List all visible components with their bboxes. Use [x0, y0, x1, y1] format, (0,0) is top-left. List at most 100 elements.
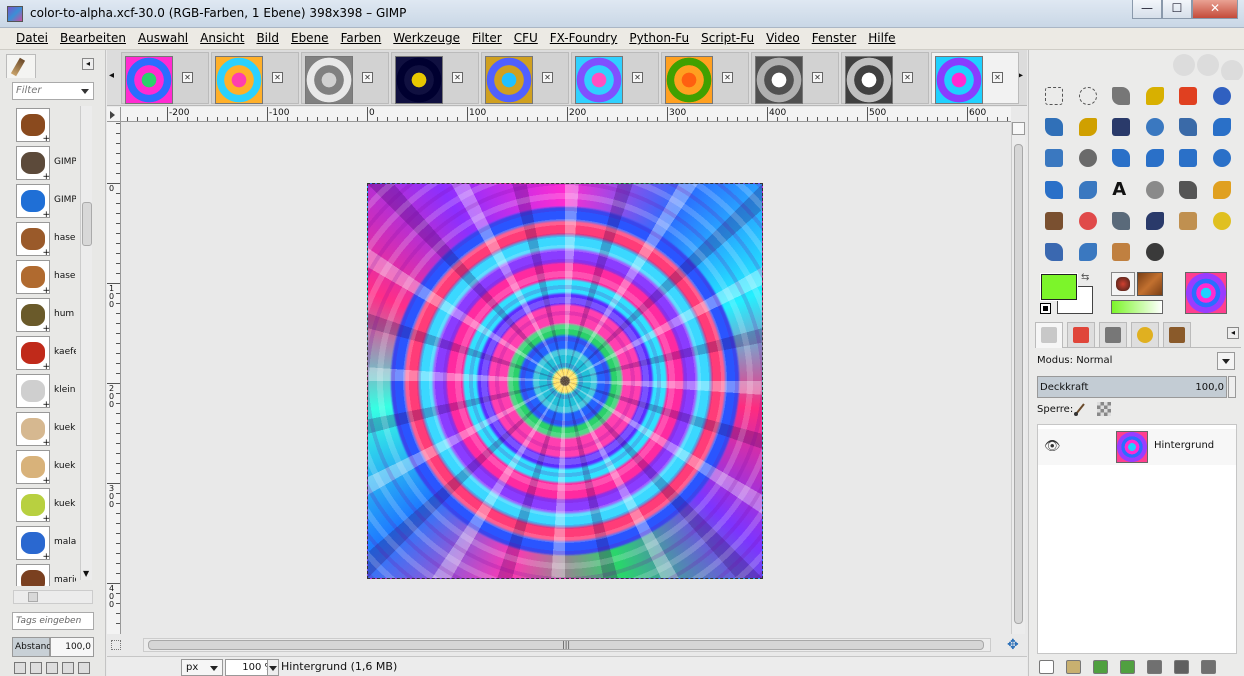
image-tab[interactable]: ✕: [211, 52, 299, 104]
menu-farben[interactable]: Farben: [335, 28, 388, 49]
menu-hilfe[interactable]: Hilfe: [862, 28, 901, 49]
tags-input[interactable]: Tags eingeben: [12, 612, 94, 630]
paintbrush-tool[interactable]: [1037, 207, 1071, 238]
brush-item[interactable]: + hase: [13, 258, 79, 296]
lock-alpha-icon[interactable]: [1097, 402, 1111, 416]
raise-layer-icon[interactable]: [1093, 660, 1108, 674]
menu-fenster[interactable]: Fenster: [806, 28, 863, 49]
duplicate-layer-icon[interactable]: [1147, 660, 1162, 674]
tab-scroll-left-icon[interactable]: ◂: [109, 70, 114, 81]
eraser-tool[interactable]: [1071, 207, 1105, 238]
close-tab-icon[interactable]: ✕: [272, 72, 283, 83]
smudge-tool[interactable]: [1104, 238, 1138, 269]
menu-script-fu[interactable]: Script-Fu: [695, 28, 760, 49]
color-picker-tool[interactable]: [1104, 113, 1138, 144]
close-tab-icon[interactable]: ✕: [632, 72, 643, 83]
ellipse-select-tool[interactable]: [1071, 82, 1105, 113]
paths-tool[interactable]: [1071, 113, 1105, 144]
brush-filter-input[interactable]: Filter: [12, 82, 94, 100]
opacity-slider[interactable]: Deckkraft 100,0: [1037, 376, 1236, 398]
close-tab-icon[interactable]: ✕: [992, 72, 1003, 83]
ink-tool[interactable]: [1138, 207, 1172, 238]
mode-select[interactable]: Modus: Normal: [1037, 355, 1112, 366]
delete-brush-icon[interactable]: [62, 662, 74, 674]
perspective-tool[interactable]: [1205, 144, 1239, 175]
cage-tool[interactable]: [1071, 176, 1105, 207]
image-tab[interactable]: ✕: [481, 52, 569, 104]
menu-auswahl[interactable]: Auswahl: [132, 28, 194, 49]
brush-item[interactable]: + hase: [13, 220, 79, 258]
close-tab-icon[interactable]: ✕: [722, 72, 733, 83]
image-tab[interactable]: ✕: [571, 52, 659, 104]
canvas-vertical-scrollbar[interactable]: [1011, 122, 1025, 634]
heal-tool[interactable]: [1205, 207, 1239, 238]
default-colors-icon[interactable]: [1040, 303, 1051, 314]
close-tab-icon[interactable]: ✕: [812, 72, 823, 83]
free-select-tool[interactable]: [1104, 82, 1138, 113]
image-tab[interactable]: ✕: [301, 52, 389, 104]
active-brush-preview[interactable]: [1111, 272, 1135, 296]
text-tool[interactable]: A: [1104, 176, 1138, 207]
scrollbar-thumb[interactable]: [1014, 144, 1023, 624]
fuzzy-select-tool[interactable]: [1138, 82, 1172, 113]
brush-item[interactable]: + kuek: [13, 448, 79, 486]
brush-item[interactable]: + GIMP: [13, 182, 79, 220]
image-tab[interactable]: ✕: [391, 52, 479, 104]
image-tab[interactable]: ✕: [931, 52, 1019, 104]
select-by-color-tool[interactable]: [1171, 82, 1205, 113]
opacity-spinner[interactable]: [1228, 376, 1236, 398]
new-group-icon[interactable]: [1066, 660, 1081, 674]
image-tab[interactable]: ✕: [661, 52, 749, 104]
close-tab-icon[interactable]: ✕: [182, 72, 193, 83]
layer-name[interactable]: Hintergrund: [1154, 440, 1214, 451]
active-gradient-preview[interactable]: [1111, 300, 1163, 314]
perspective-clone-tool[interactable]: [1037, 238, 1071, 269]
zoom-dropdown-button[interactable]: [267, 659, 279, 676]
ruler-corner[interactable]: [107, 107, 121, 122]
move-tool[interactable]: [1205, 113, 1239, 144]
brushes-tab[interactable]: [6, 54, 36, 78]
menu-ebene[interactable]: Ebene: [285, 28, 335, 49]
shear-tool[interactable]: [1171, 144, 1205, 175]
zoom-tool[interactable]: [1138, 113, 1172, 144]
close-tab-icon[interactable]: ✕: [362, 72, 373, 83]
menu-bild[interactable]: Bild: [250, 28, 285, 49]
bucket-fill-tool[interactable]: [1138, 176, 1172, 207]
brush-item[interactable]: + GIMP: [13, 144, 79, 182]
close-tab-icon[interactable]: ✕: [452, 72, 463, 83]
lock-pixels-icon[interactable]: [1073, 402, 1087, 416]
close-tab-icon[interactable]: ✕: [902, 72, 913, 83]
brush-item[interactable]: + kaefe: [13, 334, 79, 372]
measure-tool[interactable]: [1171, 113, 1205, 144]
unit-select[interactable]: px: [181, 659, 223, 676]
scroll-down-icon[interactable]: ▼: [83, 569, 89, 578]
foreground-select-tool[interactable]: [1037, 113, 1071, 144]
dodge-burn-tool[interactable]: [1138, 238, 1172, 269]
active-pattern-preview[interactable]: [1137, 272, 1163, 296]
brush-item[interactable]: +: [13, 106, 79, 144]
menu-bearbeiten[interactable]: Bearbeiten: [54, 28, 132, 49]
edit-brush-icon[interactable]: [14, 662, 26, 674]
menu-python-fu[interactable]: Python-Fu: [623, 28, 695, 49]
anchor-layer-icon[interactable]: [1174, 660, 1189, 674]
menu-ansicht[interactable]: Ansicht: [194, 28, 250, 49]
blur-tool[interactable]: [1071, 238, 1105, 269]
paths-tab-tab[interactable]: [1099, 322, 1127, 348]
menu-filter[interactable]: Filter: [466, 28, 508, 49]
image-canvas[interactable]: [367, 183, 763, 579]
menu-datei[interactable]: Datei: [10, 28, 54, 49]
maximize-button[interactable]: ☐: [1162, 0, 1192, 19]
rect-select-tool[interactable]: [1037, 82, 1071, 113]
brush-item[interactable]: + marie: [13, 562, 79, 586]
zoom-follow-icon[interactable]: [1012, 122, 1025, 135]
scale-tool[interactable]: [1138, 144, 1172, 175]
new-layer-icon[interactable]: [1039, 660, 1054, 674]
dock-menu-icon[interactable]: ◂: [1227, 327, 1239, 339]
menu-cfu[interactable]: CFU: [508, 28, 544, 49]
close-tab-icon[interactable]: ✕: [542, 72, 553, 83]
minimize-button[interactable]: —: [1132, 0, 1162, 19]
duplicate-brush-icon[interactable]: [46, 662, 58, 674]
brush-item[interactable]: + kuek: [13, 486, 79, 524]
brush-item[interactable]: + hum: [13, 296, 79, 334]
layers-tab[interactable]: [1035, 322, 1063, 348]
